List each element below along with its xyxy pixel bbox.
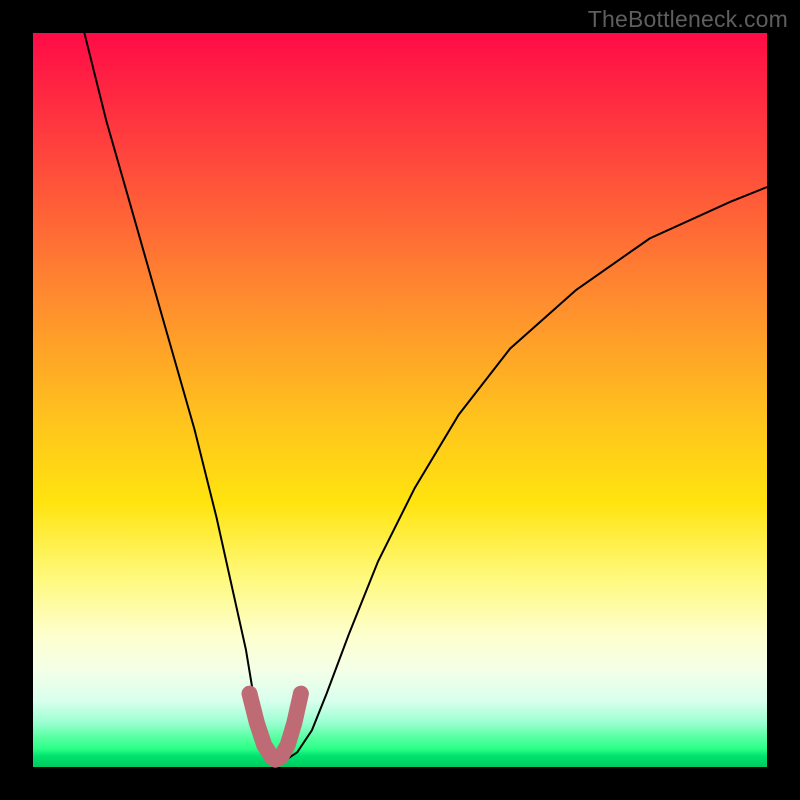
- chart-plot-area: [33, 33, 767, 767]
- chart-svg: [33, 33, 767, 767]
- watermark-text: TheBottleneck.com: [588, 6, 788, 33]
- trough-overlay: [250, 694, 301, 760]
- chart-frame: TheBottleneck.com: [0, 0, 800, 800]
- chart-content: [84, 33, 767, 760]
- main-curve: [84, 33, 767, 760]
